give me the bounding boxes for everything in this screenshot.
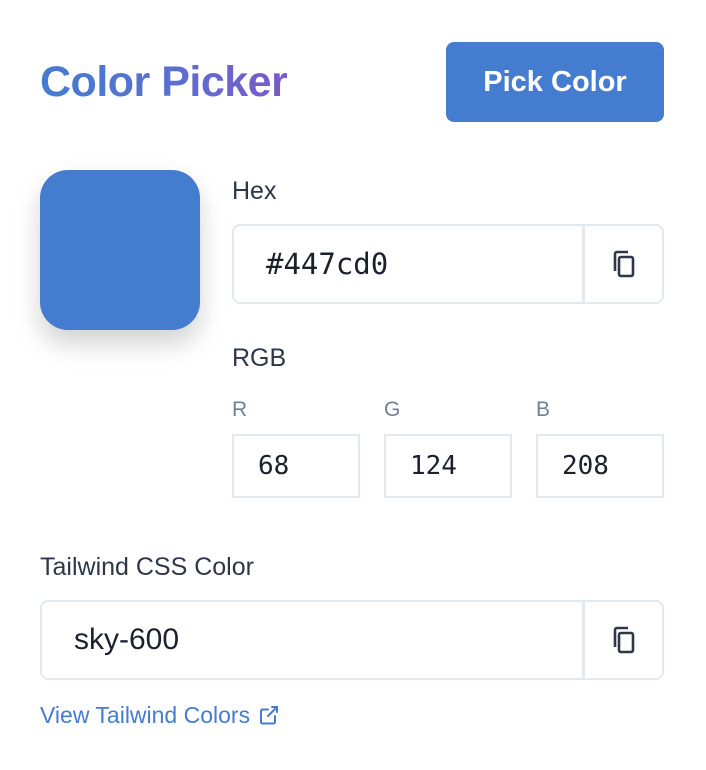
hex-input[interactable]: #447cd0 <box>234 226 582 302</box>
view-tailwind-colors-link[interactable]: View Tailwind Colors <box>40 700 280 730</box>
hex-field: #447cd0 <box>232 224 664 304</box>
b-label: B <box>536 398 551 421</box>
external-link-icon <box>260 706 279 725</box>
b-input[interactable]: 208 <box>536 434 664 498</box>
rgb-label: RGB <box>232 344 287 372</box>
tailwind-field: sky-600 <box>40 600 664 680</box>
view-tailwind-colors-label: View Tailwind Colors <box>40 702 251 728</box>
copy-hex-button[interactable] <box>582 226 662 302</box>
pick-color-button[interactable]: Pick Color <box>446 42 664 122</box>
page-title: Color Picker <box>40 54 288 110</box>
g-label: G <box>384 398 401 421</box>
r-input[interactable]: 68 <box>232 434 360 498</box>
copy-tailwind-button[interactable] <box>582 602 662 678</box>
r-label: R <box>232 398 248 421</box>
g-input[interactable]: 124 <box>384 434 512 498</box>
tailwind-label: Tailwind CSS Color <box>40 553 254 581</box>
hex-label: Hex <box>232 177 277 205</box>
copy-icon <box>613 250 634 278</box>
copy-icon <box>613 626 634 654</box>
color-swatch <box>40 170 200 330</box>
tailwind-input[interactable]: sky-600 <box>42 602 582 678</box>
